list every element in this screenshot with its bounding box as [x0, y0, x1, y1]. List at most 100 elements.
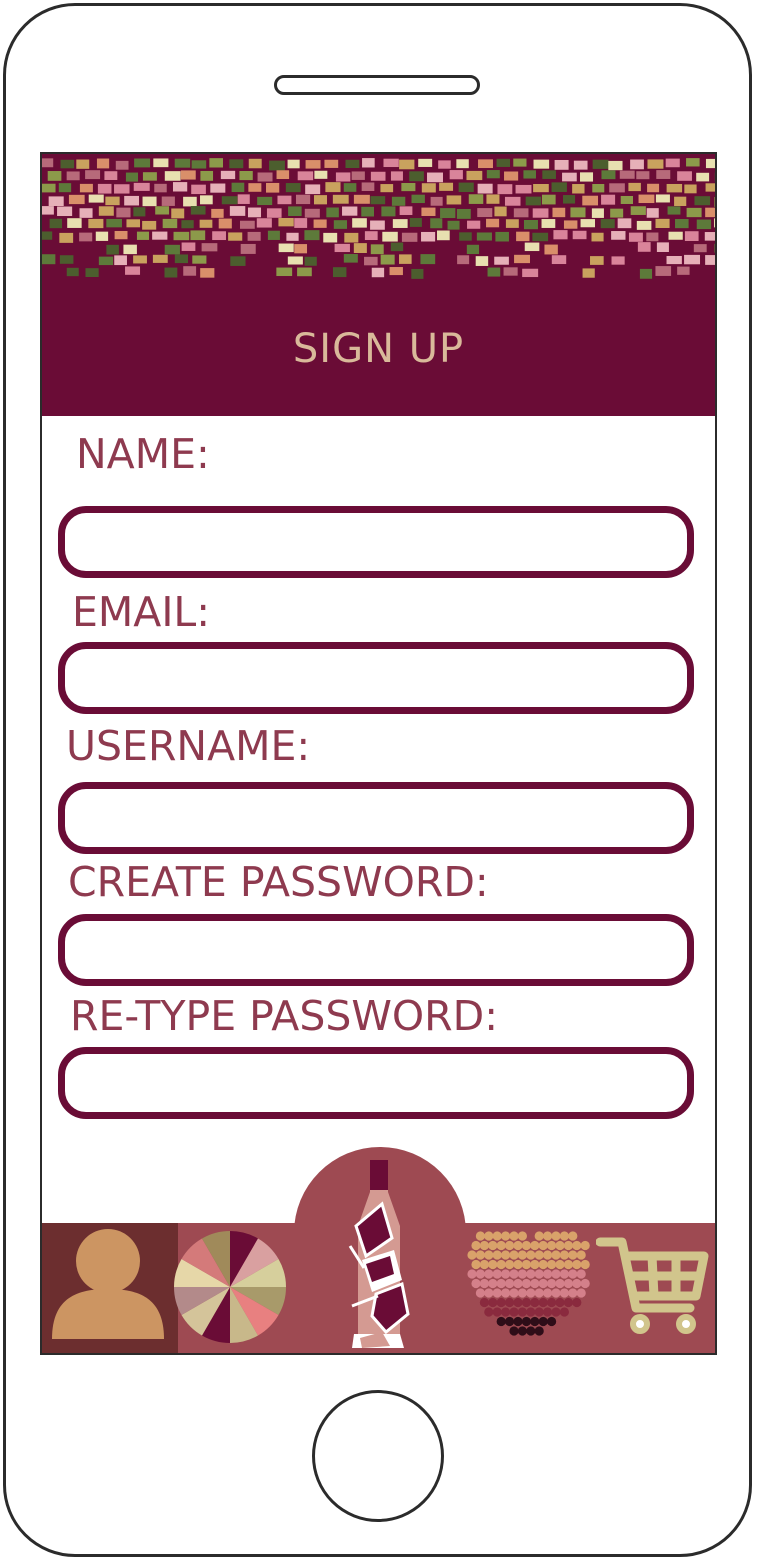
confetti-tile — [628, 232, 643, 242]
confetti-tile — [42, 206, 54, 215]
confetti-tile — [98, 206, 114, 216]
confetti-tile — [459, 232, 472, 241]
grape-dot — [580, 1240, 590, 1251]
nav-favorites-button[interactable] — [464, 1226, 592, 1353]
name-input[interactable] — [58, 506, 694, 578]
confetti-tile — [105, 196, 120, 206]
grape-dot — [530, 1240, 540, 1251]
confetti-tile — [401, 232, 418, 242]
home-button[interactable] — [312, 1390, 444, 1522]
confetti-tile — [542, 170, 556, 179]
confetti-tile — [714, 243, 715, 253]
confetti-tile — [351, 171, 365, 180]
confetti-tile — [457, 255, 470, 265]
nav-cart-button[interactable] — [595, 1234, 712, 1338]
confetti-tile — [456, 159, 469, 169]
confetti-tile — [248, 183, 262, 192]
confetti-tile — [563, 220, 578, 229]
grape-dot — [572, 1240, 582, 1251]
confetti-tile — [619, 170, 635, 179]
confetti-tile — [353, 243, 367, 254]
grape-dot — [484, 1231, 494, 1241]
grape-dot — [530, 1259, 540, 1270]
confetti-tile — [456, 208, 471, 219]
confetti-tile — [42, 183, 56, 193]
confetti-tile — [288, 206, 302, 216]
confetti-tile — [674, 196, 687, 206]
confetti-tile — [79, 183, 93, 193]
confetti-tile — [421, 207, 436, 216]
nav-wine-wheel-button[interactable] — [170, 1227, 290, 1351]
confetti-tile — [297, 267, 312, 277]
grape-dot — [488, 1278, 498, 1289]
email-input[interactable] — [58, 642, 694, 714]
grape-dot — [479, 1240, 489, 1251]
grape-dot — [505, 1316, 515, 1327]
grape-dot — [517, 1250, 527, 1260]
confetti-tile — [466, 244, 480, 255]
confetti-tile — [211, 208, 224, 218]
confetti-tile — [104, 171, 118, 180]
confetti-tile — [199, 219, 213, 228]
grape-dot — [471, 1278, 481, 1289]
username-input[interactable] — [58, 782, 694, 854]
confetti-tile — [399, 254, 412, 264]
confetti-tile — [389, 267, 403, 276]
confetti-tile — [287, 256, 303, 265]
confetti-tile — [495, 231, 509, 242]
grape-dot — [555, 1297, 565, 1308]
confetti-tile — [541, 194, 556, 205]
confetti-tile — [655, 194, 670, 203]
grape-dot — [517, 1307, 527, 1317]
confetti-tile — [85, 268, 99, 278]
confetti-tile — [98, 256, 114, 266]
retype-password-input[interactable] — [58, 1047, 694, 1119]
confetti-tile — [218, 218, 232, 229]
grape-dot — [572, 1259, 582, 1270]
confetti-tile — [247, 207, 262, 218]
confetti-tile — [647, 159, 664, 169]
confetti-tile — [477, 208, 493, 218]
nav-profile-button[interactable] — [42, 1223, 178, 1353]
confetti-tile — [276, 170, 290, 180]
confetti-tile — [430, 196, 443, 206]
confetti-tile — [48, 196, 64, 206]
confetti-tile — [153, 158, 169, 168]
name-label: NAME: — [76, 430, 210, 478]
confetti-tile — [541, 219, 556, 228]
confetti-tile — [42, 158, 54, 168]
grape-dot — [563, 1278, 573, 1289]
confetti-tile — [591, 208, 604, 218]
confetti-tile — [666, 183, 683, 193]
grape-dot — [513, 1278, 523, 1289]
grape-dot — [475, 1231, 485, 1241]
confetti-tile — [269, 160, 285, 171]
grape-dot — [547, 1259, 557, 1270]
confetti-tile — [617, 218, 632, 229]
confetti-tile — [601, 170, 616, 180]
confetti-tile — [209, 158, 224, 168]
confetti-tile — [277, 195, 292, 205]
grape-dot — [513, 1316, 523, 1327]
grape-dot — [488, 1259, 498, 1270]
grape-dot — [530, 1278, 540, 1289]
nav-wine-bottle-button[interactable] — [342, 1156, 416, 1353]
confetti-tile — [152, 231, 168, 240]
confetti-tile — [361, 182, 375, 191]
confetti-tile — [313, 219, 327, 228]
create-password-input[interactable] — [58, 914, 694, 986]
confetti-tile — [440, 208, 456, 219]
confetti-tile — [114, 255, 127, 266]
confetti-tile — [496, 158, 510, 167]
confetti-tile — [287, 159, 300, 169]
confetti-tile — [427, 172, 443, 183]
confetti-tile — [79, 208, 93, 218]
confetti-tile — [525, 196, 541, 206]
confetti-tile — [221, 196, 238, 205]
confetti-tile — [124, 195, 140, 206]
confetti-tile — [231, 182, 245, 193]
confetti-tile — [497, 184, 513, 195]
app-screen: SIGN UP NAME: EMAIL: USERNAME: CREATE PA… — [40, 152, 717, 1355]
grape-dot — [488, 1240, 498, 1251]
grape-dot — [509, 1231, 519, 1241]
